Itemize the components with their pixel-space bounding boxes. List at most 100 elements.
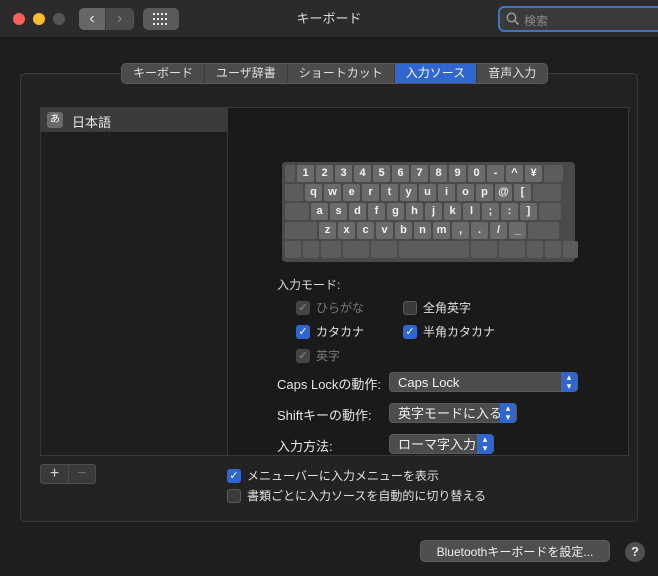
- katakana-checkbox[interactable]: ✓ カタカナ: [296, 323, 364, 340]
- input-source-list[interactable]: あ 日本語: [40, 107, 228, 456]
- hiragana-checkbox: ✓ ひらがな: [296, 299, 364, 316]
- key: f: [368, 203, 385, 220]
- list-item-japanese[interactable]: あ 日本語: [41, 108, 227, 132]
- keyboard-layout-preview: 1 2 3 4 5 6 7 8 9 0 - ^ ¥ q w e r t y u …: [282, 162, 578, 262]
- key-blank: [544, 165, 563, 182]
- key: z: [319, 222, 336, 239]
- auto-switch-checkbox[interactable]: 書類ごとに入力ソースを自動的に切り替える: [227, 487, 486, 504]
- tab-shortcuts[interactable]: ショートカット: [288, 64, 395, 83]
- key: [: [514, 184, 531, 201]
- zenkaku-eiji-checkbox[interactable]: 全角英字: [403, 299, 471, 316]
- key-blank: [563, 241, 578, 258]
- key: u: [419, 184, 436, 201]
- key: k: [444, 203, 461, 220]
- key: t: [381, 184, 398, 201]
- key: 0: [468, 165, 485, 182]
- capslock-popup[interactable]: Caps Lock ▴ ▾: [389, 372, 578, 392]
- shift-value: 英字モードに入る: [398, 406, 503, 421]
- checkbox-box: [403, 300, 417, 315]
- key: 4: [354, 165, 371, 182]
- input-mode-heading: 入力モード:: [277, 278, 341, 292]
- updown-chevron-icon: ▴ ▾: [500, 403, 516, 423]
- key: ,: [452, 222, 469, 239]
- key: m: [433, 222, 450, 239]
- key-blank: [285, 241, 301, 258]
- key: ¥: [525, 165, 542, 182]
- checkbox-label: メニューバーに入力メニューを表示: [247, 469, 439, 483]
- checkbox-label: カタカナ: [316, 325, 365, 339]
- key: :: [501, 203, 518, 220]
- key-blank: [399, 241, 469, 258]
- checkmark-icon: ✓: [403, 324, 417, 339]
- key: i: [438, 184, 455, 201]
- back-button[interactable]: ‹: [79, 8, 106, 30]
- key: 7: [411, 165, 428, 182]
- key: .: [471, 222, 488, 239]
- grid-icon: [153, 13, 167, 25]
- key: q: [305, 184, 322, 201]
- key-blank: [285, 203, 309, 220]
- input-method-popup[interactable]: ローマ字入力 ▴ ▾: [389, 434, 494, 454]
- key: n: [414, 222, 431, 239]
- key-blank: [371, 241, 397, 258]
- forward-button[interactable]: ›: [106, 8, 133, 30]
- key: a: [311, 203, 328, 220]
- key: j: [425, 203, 442, 220]
- tab-keyboard[interactable]: キーボード: [122, 64, 206, 83]
- key: 5: [373, 165, 390, 182]
- key: v: [376, 222, 393, 239]
- hankaku-katakana-checkbox[interactable]: ✓ 半角カタカナ: [403, 323, 495, 340]
- key-blank: [527, 241, 543, 258]
- keyboard-row-4: z x c v b n m , . / _: [285, 222, 572, 239]
- search-icon: [506, 12, 520, 26]
- key: e: [343, 184, 360, 201]
- key-blank: [545, 241, 561, 258]
- updown-chevron-icon: ▴ ▾: [477, 434, 493, 454]
- key: c: [357, 222, 374, 239]
- key: h: [406, 203, 423, 220]
- hiragana-a-icon: あ: [47, 112, 63, 128]
- show-all-button[interactable]: [143, 8, 179, 30]
- capslock-label: Caps Lockの動作:: [277, 377, 382, 392]
- key: @: [495, 184, 512, 201]
- checkbox-box: [227, 488, 241, 503]
- key-blank: [285, 184, 303, 201]
- key: 3: [335, 165, 352, 182]
- keyboard-row-1: 1 2 3 4 5 6 7 8 9 0 - ^ ¥: [285, 165, 572, 182]
- key: -: [487, 165, 504, 182]
- input-method-value: ローマ字入力: [398, 437, 477, 452]
- key: ]: [520, 203, 537, 220]
- key-blank: [303, 241, 319, 258]
- help-button[interactable]: ?: [625, 542, 645, 562]
- tab-input-sources[interactable]: 入力ソース: [394, 64, 478, 83]
- tab-dictation[interactable]: 音声入力: [477, 64, 547, 83]
- remove-source-button[interactable]: −: [68, 465, 95, 483]
- setup-bluetooth-keyboard-button[interactable]: Bluetoothキーボードを設定...: [420, 540, 610, 562]
- key: ^: [506, 165, 523, 182]
- checkmark-icon: ✓: [296, 300, 310, 315]
- shift-popup[interactable]: 英字モードに入る ▴ ▾: [389, 403, 517, 423]
- search-placeholder: 検索: [524, 14, 549, 28]
- keyboard-row-5: [285, 241, 578, 258]
- key-blank: [539, 203, 561, 220]
- key: d: [349, 203, 366, 220]
- key: s: [330, 203, 347, 220]
- tab-user-dictionary[interactable]: ユーザ辞書: [205, 64, 288, 83]
- source-label: 日本語: [72, 115, 112, 130]
- checkbox-label: 半角カタカナ: [423, 325, 496, 339]
- checkbox-label: 英字: [316, 349, 341, 363]
- eiji-checkbox: ✓ 英字: [296, 347, 340, 364]
- search-field[interactable]: 検索: [498, 6, 658, 32]
- key-blank: [499, 241, 525, 258]
- key: 8: [430, 165, 447, 182]
- key-blank: [343, 241, 369, 258]
- show-input-menu-checkbox[interactable]: ✓ メニューバーに入力メニューを表示: [227, 467, 439, 484]
- shift-label: Shiftキーの動作:: [277, 408, 372, 423]
- input-method-label: 入力方法:: [277, 439, 333, 454]
- checkmark-icon: ✓: [227, 468, 241, 483]
- key-blank: [285, 222, 317, 239]
- key: 9: [449, 165, 466, 182]
- checkmark-icon: ✓: [296, 324, 310, 339]
- keyboard-row-2: q w e r t y u i o p @ [: [285, 184, 572, 201]
- add-source-button[interactable]: +: [41, 465, 68, 483]
